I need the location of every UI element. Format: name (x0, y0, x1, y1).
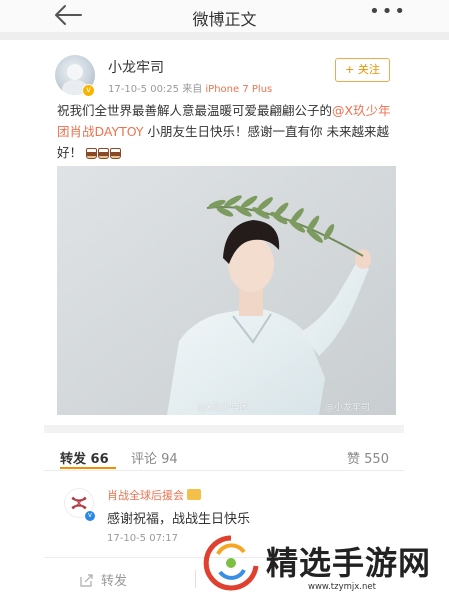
comment-verified-icon: v (84, 510, 96, 522)
photo-watermark-left: @X玖少年团 (197, 403, 249, 413)
share-label: 转发 (101, 574, 128, 589)
tab-repost-count: 66 (90, 452, 109, 467)
comment-author-name[interactable]: 肖战全球后援会 (107, 487, 201, 503)
divider (0, 32, 449, 40)
post-author-name[interactable]: 小龙牢司 (108, 57, 164, 77)
tab-likes[interactable]: 赞 550 (347, 448, 389, 467)
follow-button[interactable]: + 关注 (335, 58, 390, 82)
more-dots-icon[interactable]: ••• (369, 1, 407, 22)
comment-author-label: 肖战全球后援会 (107, 489, 184, 502)
tab-repost[interactable]: 转发 66 (60, 448, 109, 467)
post-text-part1: 祝我们全世界最善解人意最温暖可爱最翩翩公子的 (57, 103, 333, 118)
share-button[interactable]: 转发 (80, 570, 127, 589)
site-watermark: 精选手游网 www.tzymjx.net (200, 532, 445, 596)
post-text: 祝我们全世界最善解人意最温暖可爱最翩翩公子的@X玖少年团肖战DAYTOY 小朋友… (57, 100, 399, 165)
watermark-brand: 精选手游网 (266, 544, 432, 582)
tab-likes-count: 550 (364, 452, 389, 467)
post-time: 17-10-5 00:25 (108, 84, 180, 95)
section-divider (44, 425, 404, 433)
tab-comments[interactable]: 评论 94 (131, 448, 178, 467)
tab-comments-label: 评论 (131, 452, 158, 467)
active-tab-indicator (60, 467, 116, 469)
toolbar-separator (195, 570, 196, 588)
watermark-logo-icon (203, 535, 259, 591)
post-source[interactable]: iPhone 7 Plus (205, 84, 272, 95)
tab-repost-label: 转发 (60, 452, 87, 467)
member-badge-icon (187, 489, 201, 500)
verified-v-badge: v (82, 84, 95, 97)
tabs-divider (44, 470, 404, 471)
post-card: v 小龙牢司 17-10-5 00:25 来自 iPhone 7 Plus + … (44, 40, 404, 560)
comment-text: 感谢祝福，战战生日快乐 (107, 512, 251, 527)
cake-emoji-icon (86, 144, 122, 165)
share-icon (80, 574, 93, 587)
post-photo[interactable]: @X玖少年团 @小龙牢司 (57, 166, 396, 415)
post-meta: 17-10-5 00:25 来自 iPhone 7 Plus (108, 80, 272, 95)
tab-likes-label: 赞 (347, 452, 361, 467)
tab-comments-count: 94 (161, 452, 178, 467)
photo-watermark-right: @小龙牢司 (325, 403, 371, 413)
nav-bar: 微博正文 ••• (0, 0, 449, 32)
source-prefix: 来自 (182, 84, 203, 95)
watermark-url: www.tzymjx.net (308, 582, 376, 592)
comment-time: 17-10-5 07:17 (107, 533, 179, 544)
